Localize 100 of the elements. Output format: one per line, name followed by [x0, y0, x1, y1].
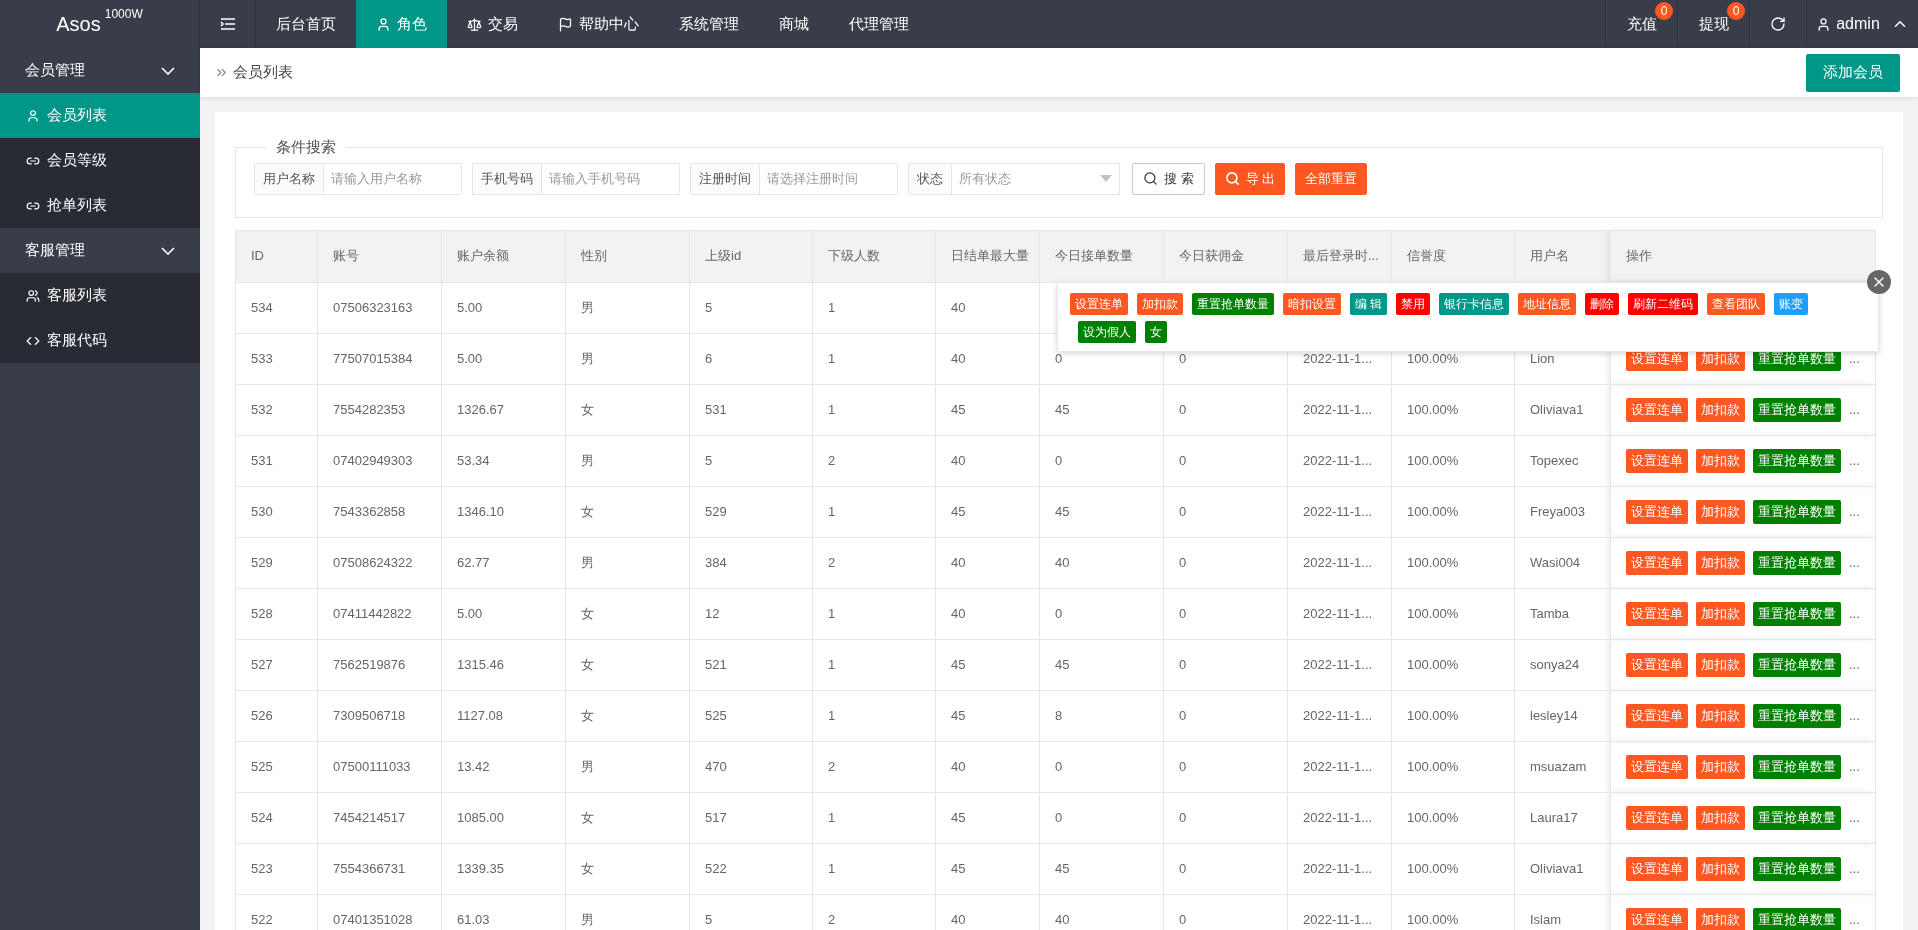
table-cell: 7554282353 — [317, 384, 442, 435]
nav-tab[interactable]: 商城 — [759, 0, 829, 48]
action-button[interactable]: 重置抢单数量 — [1753, 754, 1841, 779]
sidebar-item[interactable]: 抢单列表 — [0, 183, 200, 228]
action-button[interactable]: 地址信息 — [1518, 293, 1577, 315]
action-button[interactable]: 账变 — [1774, 293, 1809, 315]
action-button[interactable]: 设为假人 — [1078, 321, 1136, 343]
action-button[interactable]: 设置连单 — [1626, 601, 1688, 626]
add-member-button[interactable]: 添加会员 — [1806, 53, 1900, 92]
table-cell: 7562519876 — [317, 639, 442, 690]
table-cell: 男 — [565, 282, 690, 333]
table-cell: 男 — [565, 741, 690, 792]
action-button[interactable]: 设置连单 — [1626, 856, 1688, 881]
input-field[interactable]: 请输入手机号码 — [542, 162, 680, 195]
search-button[interactable]: 搜 索 — [1132, 162, 1205, 195]
action-button[interactable]: 加扣款 — [1696, 550, 1745, 575]
action-button[interactable]: 加扣款 — [1696, 601, 1745, 626]
refresh-icon — [1770, 16, 1786, 32]
action-button[interactable]: 重置抢单数量 — [1753, 856, 1841, 881]
action-button[interactable]: 设置连单 — [1626, 448, 1688, 473]
nav-tab[interactable]: 角色 — [356, 0, 447, 48]
breadcrumb-text: 会员列表 — [233, 62, 293, 83]
input-field[interactable]: 请选择注册时间 — [760, 162, 898, 195]
more-link[interactable]: ... — [1849, 705, 1860, 726]
sidebar-item[interactable]: 客服代码 — [0, 318, 200, 363]
more-link[interactable]: ... — [1849, 399, 1860, 420]
sidebar-item[interactable]: 会员列表 — [0, 93, 200, 138]
export-button[interactable]: 导 出 — [1214, 162, 1286, 195]
nav-icon — [376, 16, 391, 32]
action-button[interactable]: 刷新二维码 — [1628, 293, 1699, 315]
action-button[interactable]: 设置连单 — [1626, 550, 1688, 575]
nav-tab[interactable]: 后台首页 — [256, 0, 356, 48]
nav-tab[interactable]: 代理管理 — [829, 0, 929, 48]
action-button[interactable]: 设置连单 — [1626, 754, 1688, 779]
table-cell: 531 — [235, 435, 318, 486]
nav-tab[interactable]: 交易 — [447, 0, 538, 48]
action-button[interactable]: 设置连单 — [1626, 499, 1688, 524]
more-link[interactable]: ... — [1849, 552, 1860, 573]
action-button[interactable]: 禁用 — [1396, 293, 1431, 315]
action-button[interactable]: 重置抢单数量 — [1753, 550, 1841, 575]
action-button[interactable]: 加扣款 — [1696, 448, 1745, 473]
field-label: 注册时间 — [690, 162, 760, 195]
more-link[interactable]: ... — [1849, 603, 1860, 624]
table-cell: 2022-11-1... — [1287, 588, 1392, 639]
more-link[interactable]: ... — [1849, 450, 1860, 471]
action-button[interactable]: 加扣款 — [1696, 805, 1745, 830]
action-button[interactable]: 重置抢单数量 — [1753, 601, 1841, 626]
chevron-down-icon — [161, 66, 175, 75]
table-cell: 530 — [235, 486, 318, 537]
action-button[interactable]: 加扣款 — [1696, 754, 1745, 779]
action-button[interactable]: 设置连单 — [1626, 703, 1688, 728]
nav-tab[interactable]: 帮助中心 — [538, 0, 659, 48]
more-link[interactable]: ... — [1849, 909, 1860, 930]
action-button[interactable]: 加扣款 — [1137, 293, 1183, 315]
action-button[interactable]: 重置抢单数量 — [1192, 293, 1274, 315]
action-button[interactable]: 设置连单 — [1626, 907, 1688, 930]
action-button[interactable]: 设置连单 — [1626, 397, 1688, 422]
action-button[interactable]: 加扣款 — [1696, 703, 1745, 728]
table-cell: 62.77 — [441, 537, 566, 588]
table-cell: 525 — [235, 741, 318, 792]
action-button[interactable]: 加扣款 — [1696, 397, 1745, 422]
sidebar-item[interactable]: 会员等级 — [0, 138, 200, 183]
action-button[interactable]: 重置抢单数量 — [1753, 805, 1841, 830]
more-link[interactable]: ... — [1849, 807, 1860, 828]
action-button[interactable]: 删除 — [1585, 293, 1620, 315]
more-link[interactable]: ... — [1849, 348, 1860, 369]
input-field[interactable]: 请输入用户名称 — [324, 162, 462, 195]
action-button[interactable]: 加扣款 — [1696, 499, 1745, 524]
action-button[interactable]: 银行卡信息 — [1439, 293, 1510, 315]
action-button[interactable]: 重置抢单数量 — [1753, 652, 1841, 677]
action-button[interactable]: 编 辑 — [1350, 293, 1388, 315]
action-button[interactable]: 加扣款 — [1696, 907, 1745, 930]
action-button[interactable]: 重置抢单数量 — [1753, 703, 1841, 728]
action-button[interactable]: 设置连单 — [1070, 293, 1128, 315]
action-button[interactable]: 查看团队 — [1707, 293, 1766, 315]
action-button[interactable]: 设置连单 — [1626, 652, 1688, 677]
action-button[interactable]: 重置抢单数量 — [1753, 499, 1841, 524]
reset-button[interactable]: 全部重置 — [1295, 162, 1368, 195]
sidebar-item[interactable]: 客服列表 — [0, 273, 200, 318]
action-button[interactable]: 女 — [1145, 321, 1167, 343]
action-button[interactable]: 加扣款 — [1696, 652, 1745, 677]
more-link[interactable]: ... — [1849, 858, 1860, 879]
more-link[interactable]: ... — [1849, 756, 1860, 777]
close-button[interactable] — [1867, 270, 1891, 294]
action-button[interactable]: 设置连单 — [1626, 805, 1688, 830]
table-cell: 2022-11-1... — [1287, 435, 1392, 486]
nav-tab[interactable]: 系统管理 — [659, 0, 759, 48]
more-link[interactable]: ... — [1849, 501, 1860, 522]
menu-item-icon — [26, 288, 40, 303]
action-button[interactable]: 暗扣设置 — [1283, 293, 1341, 315]
table-cell: Freya003 — [1514, 486, 1611, 537]
table-cell: 0 — [1163, 639, 1288, 690]
status-select[interactable]: 所有状态 — [952, 162, 1120, 195]
action-button[interactable]: 重置抢单数量 — [1753, 448, 1841, 473]
table-cell: 100.00% — [1391, 741, 1515, 792]
action-button[interactable]: 重置抢单数量 — [1753, 397, 1841, 422]
action-button[interactable]: 加扣款 — [1696, 856, 1745, 881]
action-button[interactable]: 重置抢单数量 — [1753, 907, 1841, 930]
more-link[interactable]: ... — [1849, 654, 1860, 675]
table-cell: 528 — [235, 588, 318, 639]
